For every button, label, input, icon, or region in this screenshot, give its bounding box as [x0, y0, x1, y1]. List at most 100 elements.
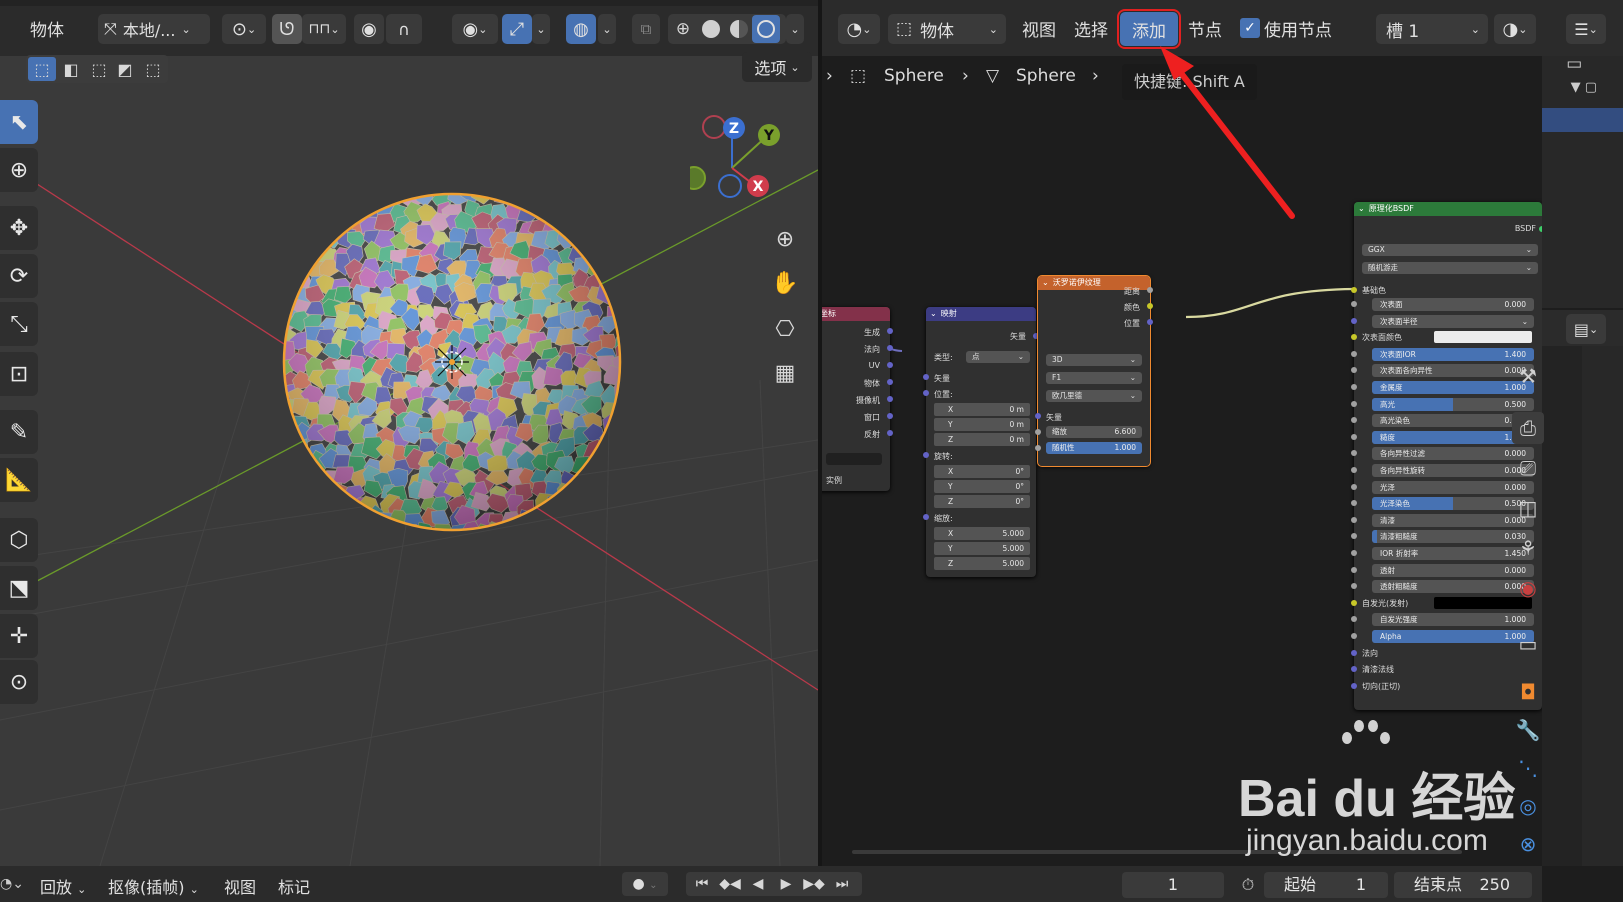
- bsdf-input-socket[interactable]: [1351, 400, 1357, 407]
- snap-target-dropdown[interactable]: ⊓⊓ ⌄: [302, 14, 346, 44]
- bsdf-input-socket[interactable]: [1351, 334, 1357, 341]
- current-frame-field[interactable]: 1: [1122, 872, 1224, 898]
- overlay-dropdown[interactable]: ⌄: [598, 14, 616, 44]
- select-subtract-button[interactable]: ⬚: [86, 57, 112, 81]
- extra-tool-1[interactable]: ⬔: [0, 566, 38, 610]
- falloff-dropdown[interactable]: ∩: [386, 14, 422, 44]
- bsdf-input-socket[interactable]: [1351, 633, 1357, 639]
- gizmo-toggle[interactable]: ⤢: [502, 14, 532, 44]
- mapping-location-field[interactable]: Z 0 m: [934, 433, 1030, 446]
- solid-shading-button[interactable]: [700, 18, 722, 40]
- auto-keying-toggle[interactable]: ● ⌄: [622, 872, 668, 896]
- bsdf-input-socket[interactable]: [1351, 500, 1357, 507]
- texcoord-output-socket[interactable]: [887, 345, 893, 351]
- bsdf-input-socket[interactable]: [1351, 666, 1357, 673]
- viewport-3d[interactable]: 物体 ⤧ 本地/... ⌄ ⊙ ⌄ ᘎ ⊓⊓ ⌄ ◉ ∩ ◉ ⌄ ⤢ ⌄ ◍ ⌄ ⧉ …: [0, 0, 818, 866]
- wireframe-shading-button[interactable]: ⊕: [672, 18, 694, 40]
- bsdf-input-socket[interactable]: [1351, 350, 1357, 357]
- bsdf-input-slider[interactable]: 光泽染色 0.500: [1372, 497, 1534, 511]
- object-properties-tab[interactable]: ◘: [1512, 676, 1544, 708]
- voronoi-output-socket[interactable]: [1147, 319, 1153, 325]
- bsdf-input-socket[interactable]: [1351, 483, 1357, 490]
- end-frame-field[interactable]: 结束点 250: [1394, 872, 1532, 898]
- output-properties-tab[interactable]: ⎚: [1512, 452, 1544, 484]
- select-box-tool[interactable]: ⬉: [0, 100, 38, 144]
- texcoord-output-socket[interactable]: [887, 379, 893, 385]
- mapping-location-field[interactable]: Y 0 m: [934, 418, 1030, 431]
- bsdf-input-socket[interactable]: [1351, 301, 1357, 307]
- outliner-row-selected[interactable]: [1542, 108, 1623, 132]
- add-cube-tool[interactable]: ⬡: [0, 518, 38, 562]
- bsdf-input-slider[interactable]: 次表面 0.000: [1372, 298, 1534, 311]
- mapping-rotation-field[interactable]: Y 0°: [934, 480, 1030, 493]
- bsdf-input-socket[interactable]: [1351, 417, 1357, 424]
- bsdf-distribution-dropdown[interactable]: GGX ⌄: [1362, 244, 1538, 256]
- texcoord-output-socket[interactable]: [887, 396, 893, 402]
- voronoi-scale-socket[interactable]: [1035, 429, 1041, 435]
- bsdf-input-socket[interactable]: [1351, 433, 1357, 440]
- select-new-button[interactable]: ⬚: [28, 57, 56, 81]
- cursor-tool[interactable]: ⊕: [0, 148, 38, 192]
- texcoord-output-socket[interactable]: [887, 430, 893, 436]
- bsdf-input-slider[interactable]: Alpha 1.000: [1372, 630, 1534, 643]
- bsdf-input-socket[interactable]: [1351, 682, 1357, 689]
- bsdf-input-slider[interactable]: 糙度1.000: [1372, 430, 1534, 444]
- voronoi-metric-dropdown[interactable]: 欧几里德 ⌄: [1046, 390, 1142, 402]
- texcoord-object-field[interactable]: [826, 453, 882, 465]
- bsdf-input-socket[interactable]: [1351, 384, 1357, 390]
- ortho-toggle-button[interactable]: ▦: [770, 358, 800, 388]
- timeline-marker-menu[interactable]: 标记: [278, 874, 310, 898]
- bsdf-input-socket[interactable]: [1351, 550, 1357, 556]
- extra-tool-3[interactable]: ⊙: [0, 660, 38, 704]
- voronoi-randomness-socket[interactable]: [1035, 445, 1041, 451]
- voronoi-feature-dropdown[interactable]: F1 ⌄: [1046, 372, 1142, 384]
- prev-keyframe-button[interactable]: ◆◀: [716, 872, 744, 896]
- material-shading-button[interactable]: [728, 18, 750, 40]
- orientation-dropdown[interactable]: ⤧ 本地/... ⌄: [98, 14, 210, 44]
- navigation-gizmo[interactable]: Z Y X: [690, 110, 800, 210]
- play-reverse-button[interactable]: ◀: [744, 872, 772, 896]
- bsdf-input-slider[interactable]: IOR 折射率 1.450: [1372, 547, 1534, 560]
- world-properties-tab[interactable]: ◉: [1512, 572, 1544, 604]
- mode-menu[interactable]: 物体: [30, 16, 64, 41]
- overlay-toggle[interactable]: ◍: [566, 14, 596, 44]
- bsdf-input-socket[interactable]: [1351, 599, 1357, 606]
- texcoord-node[interactable]: 坐标 生成 法向 UV 物体 摄像机 窗口 反射 实例: [822, 307, 893, 491]
- bsdf-input-slider[interactable]: 各向异性过滤 0.000: [1372, 447, 1534, 461]
- extra-tool-2[interactable]: ✛: [0, 614, 38, 658]
- bsdf-input-socket[interactable]: [1351, 317, 1357, 324]
- mapping-location-field[interactable]: X 0 m: [934, 403, 1030, 416]
- bsdf-input-socket[interactable]: [1351, 616, 1357, 623]
- mapping-vector-socket[interactable]: [923, 374, 929, 380]
- voronoi-randomness-slider[interactable]: 随机性 1.000: [1046, 442, 1142, 454]
- texcoord-output-socket[interactable]: [887, 362, 893, 368]
- bsdf-input-slider[interactable]: 透射粗糙度 0.000: [1372, 580, 1534, 594]
- mapping-rotation-socket[interactable]: [923, 452, 929, 458]
- voronoi-scale-field[interactable]: 缩放 6.600: [1046, 426, 1142, 438]
- mapping-type-dropdown[interactable]: 点 ⌄: [966, 351, 1030, 363]
- bsdf-color-swatch[interactable]: [1434, 331, 1532, 344]
- bsdf-input-socket[interactable]: [1351, 516, 1357, 523]
- voronoi-vector-socket[interactable]: [1035, 413, 1041, 419]
- bsdf-input-socket[interactable]: [1351, 450, 1357, 457]
- jump-start-button[interactable]: ⏮: [688, 872, 716, 896]
- pivot-dropdown[interactable]: ⊙ ⌄: [222, 14, 266, 44]
- measure-tool[interactable]: 📐: [0, 458, 38, 502]
- mapping-scale-field[interactable]: Y 5.000: [934, 542, 1030, 555]
- mapping-node[interactable]: ⌄ 映射 矢量 类型: 点 ⌄ 矢量 位置: X 0 m Y 0 m Z 0 m 旋转: X 0…: [923, 307, 1039, 577]
- bsdf-input-socket[interactable]: [1351, 649, 1357, 656]
- mapping-scale-socket[interactable]: [923, 514, 929, 520]
- scene-properties-tab[interactable]: ⚘: [1512, 532, 1544, 564]
- bsdf-input-slider[interactable]: 各向异性旋转 0.000: [1372, 464, 1534, 477]
- start-frame-field[interactable]: 起始 1: [1264, 872, 1388, 898]
- visibility-dropdown[interactable]: ◉ ⌄: [452, 14, 498, 44]
- bsdf-input-socket[interactable]: [1351, 467, 1357, 473]
- play-button[interactable]: ▶: [772, 872, 800, 896]
- select-invert-button[interactable]: ◩: [112, 57, 138, 81]
- camera-view-button[interactable]: ⎔: [770, 314, 800, 344]
- texcoord-output-socket[interactable]: [887, 328, 893, 334]
- outliner-row-collection[interactable]: ▼ ▢: [1550, 80, 1623, 106]
- select-extend-button[interactable]: ◧: [58, 57, 84, 81]
- bsdf-input-slider[interactable]: 次表面半径 ⌄: [1372, 314, 1534, 328]
- gizmo-dropdown[interactable]: ⌄: [532, 14, 550, 44]
